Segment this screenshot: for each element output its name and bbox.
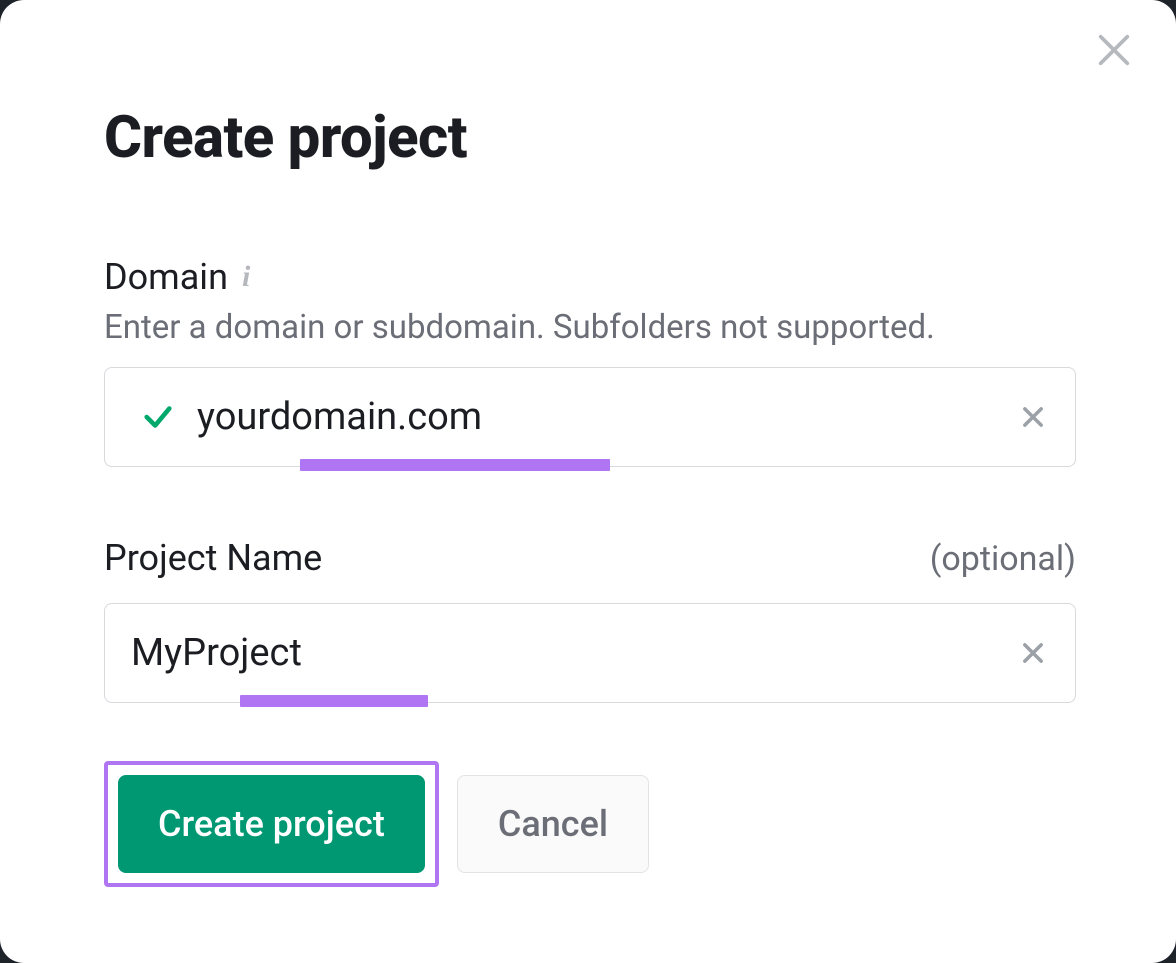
project-name-clear-button[interactable]	[1013, 633, 1053, 673]
close-dialog-button[interactable]	[1088, 24, 1140, 76]
domain-clear-button[interactable]	[1013, 397, 1053, 437]
project-name-field: Project Name (optional)	[104, 537, 1076, 703]
domain-input-wrap	[104, 367, 1076, 467]
domain-help-text: Enter a domain or subdomain. Subfolders …	[104, 308, 1076, 347]
project-name-input-shell	[104, 603, 1076, 703]
info-icon[interactable]: i	[242, 262, 250, 292]
create-project-dialog: Create project Domain i Enter a domain o…	[0, 0, 1176, 963]
annotation-underline	[300, 459, 610, 471]
cancel-button[interactable]: Cancel	[457, 775, 649, 873]
clear-icon	[1019, 403, 1047, 431]
project-name-label: Project Name	[104, 537, 322, 579]
annotation-underline	[240, 695, 428, 707]
domain-label-row: Domain i	[104, 256, 1076, 298]
project-name-label-text: Project Name	[104, 537, 322, 579]
close-icon	[1094, 30, 1134, 70]
domain-label: Domain i	[104, 256, 250, 298]
optional-text: (optional)	[930, 539, 1076, 579]
dialog-body: Create project Domain i Enter a domain o…	[0, 0, 1176, 963]
annotation-highlight-box: Create project	[104, 761, 439, 887]
domain-input-shell	[104, 367, 1076, 467]
project-name-input-wrap	[104, 603, 1076, 703]
domain-field: Domain i Enter a domain or subdomain. Su…	[104, 256, 1076, 467]
domain-label-text: Domain	[104, 256, 228, 298]
project-name-label-row: Project Name (optional)	[104, 537, 1076, 579]
domain-input[interactable]	[195, 394, 1005, 440]
clear-icon	[1019, 639, 1047, 667]
dialog-title: Create project	[104, 104, 1076, 172]
project-name-input[interactable]	[129, 630, 1005, 676]
create-project-button[interactable]: Create project	[118, 775, 425, 873]
dialog-button-row: Create project Cancel	[104, 761, 1076, 887]
check-icon	[141, 400, 175, 434]
